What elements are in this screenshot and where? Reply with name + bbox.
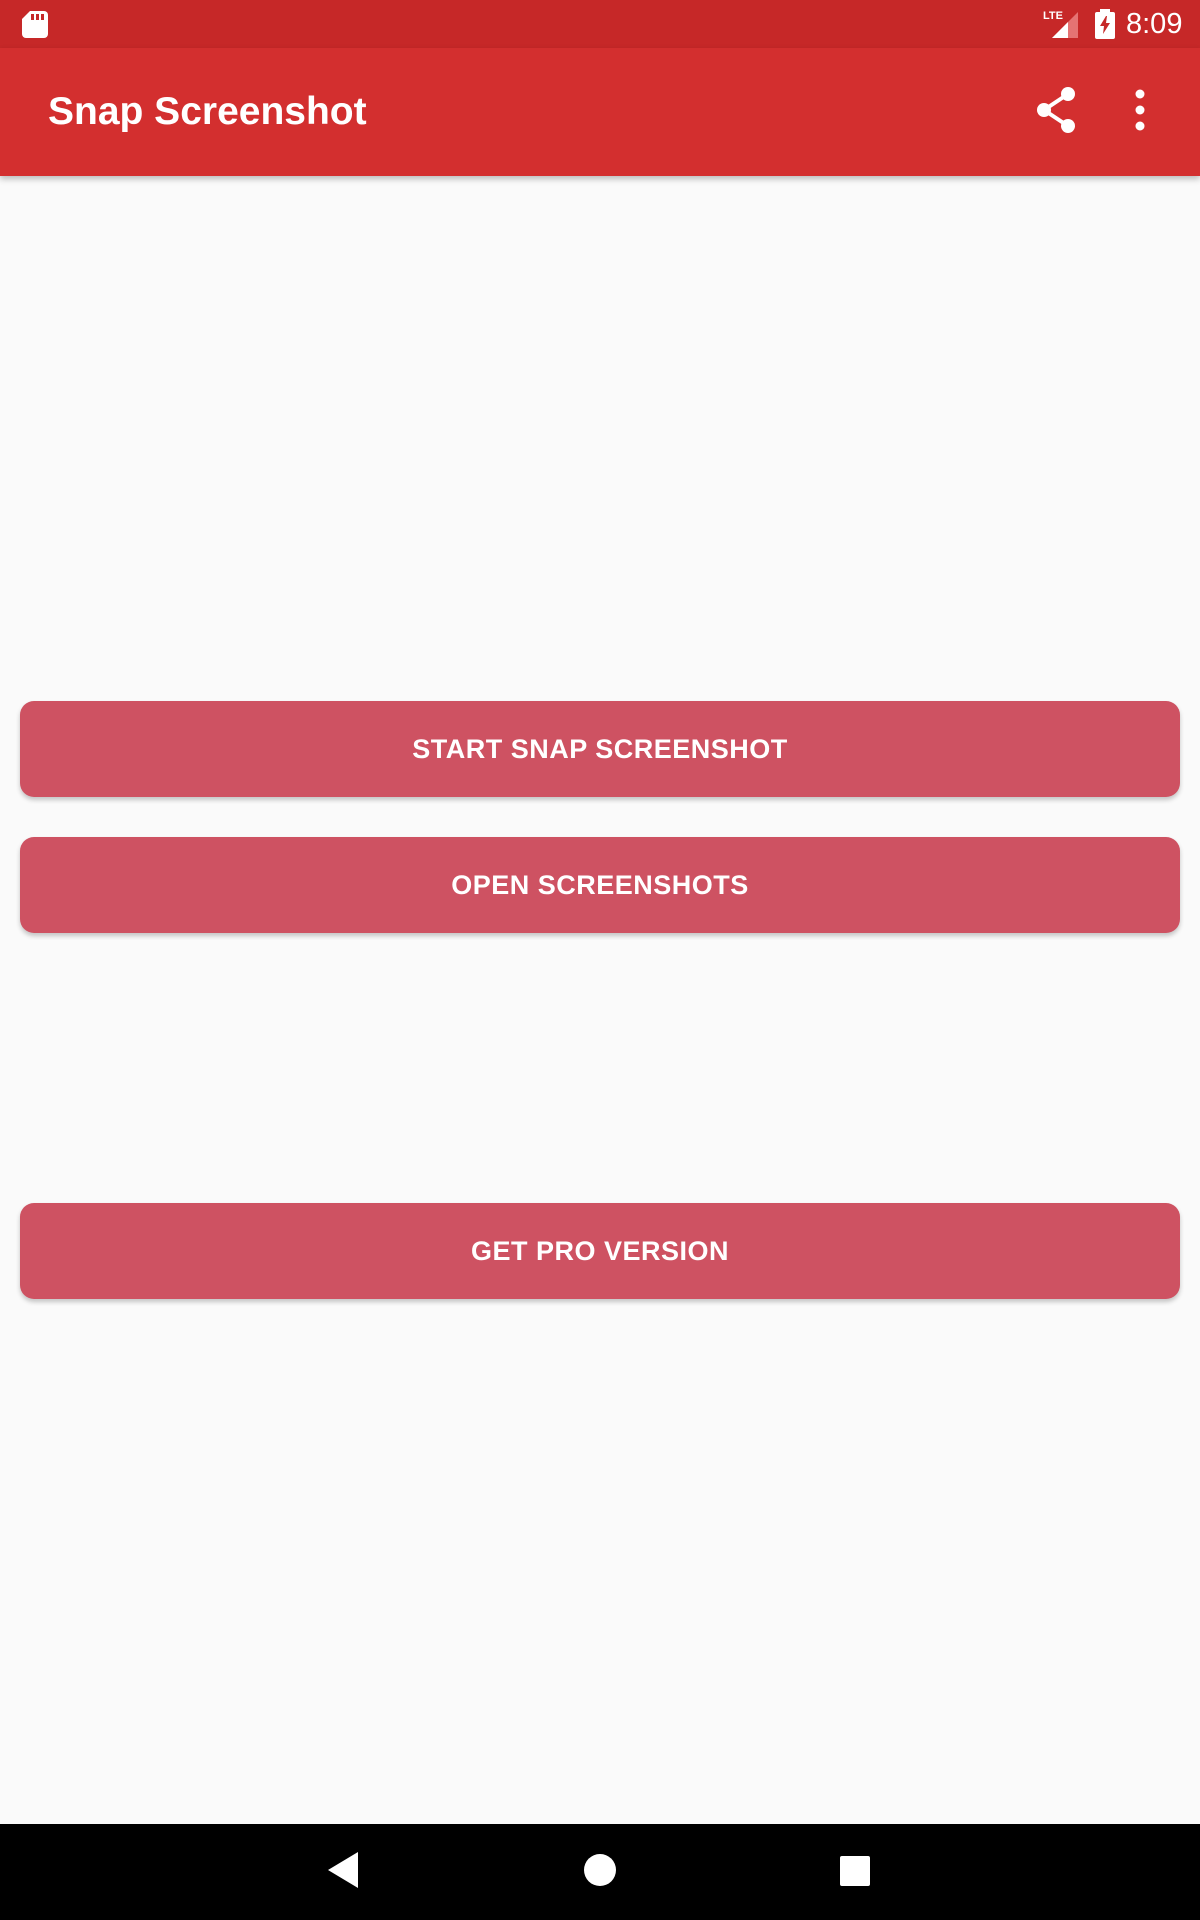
more-vert-icon[interactable] [1118, 84, 1162, 136]
battery-charging-icon [1095, 9, 1115, 39]
svg-text:LTE: LTE [1043, 10, 1063, 22]
share-icon[interactable] [1030, 84, 1082, 136]
back-icon[interactable] [326, 1850, 360, 1890]
status-bar: LTE 8:09 [0, 0, 1200, 48]
navigation-bar [0, 1824, 1200, 1920]
status-clock: 8:09 [1126, 8, 1183, 40]
lte-signal-icon: LTE [1043, 10, 1078, 38]
recents-icon[interactable] [840, 1856, 870, 1886]
start-snap-screenshot-button[interactable]: START SNAP SCREENSHOT [20, 701, 1180, 797]
home-icon[interactable] [584, 1854, 616, 1886]
screen: LTE 8:09 Snap Screenshot START SNAP SCRE… [0, 0, 1200, 1920]
sd-card-icon [22, 11, 48, 38]
app-bar: Snap Screenshot [0, 48, 1200, 176]
app-title: Snap Screenshot [48, 90, 367, 133]
open-screenshots-button[interactable]: OPEN SCREENSHOTS [20, 837, 1180, 933]
get-pro-version-button[interactable]: GET PRO VERSION [20, 1203, 1180, 1299]
